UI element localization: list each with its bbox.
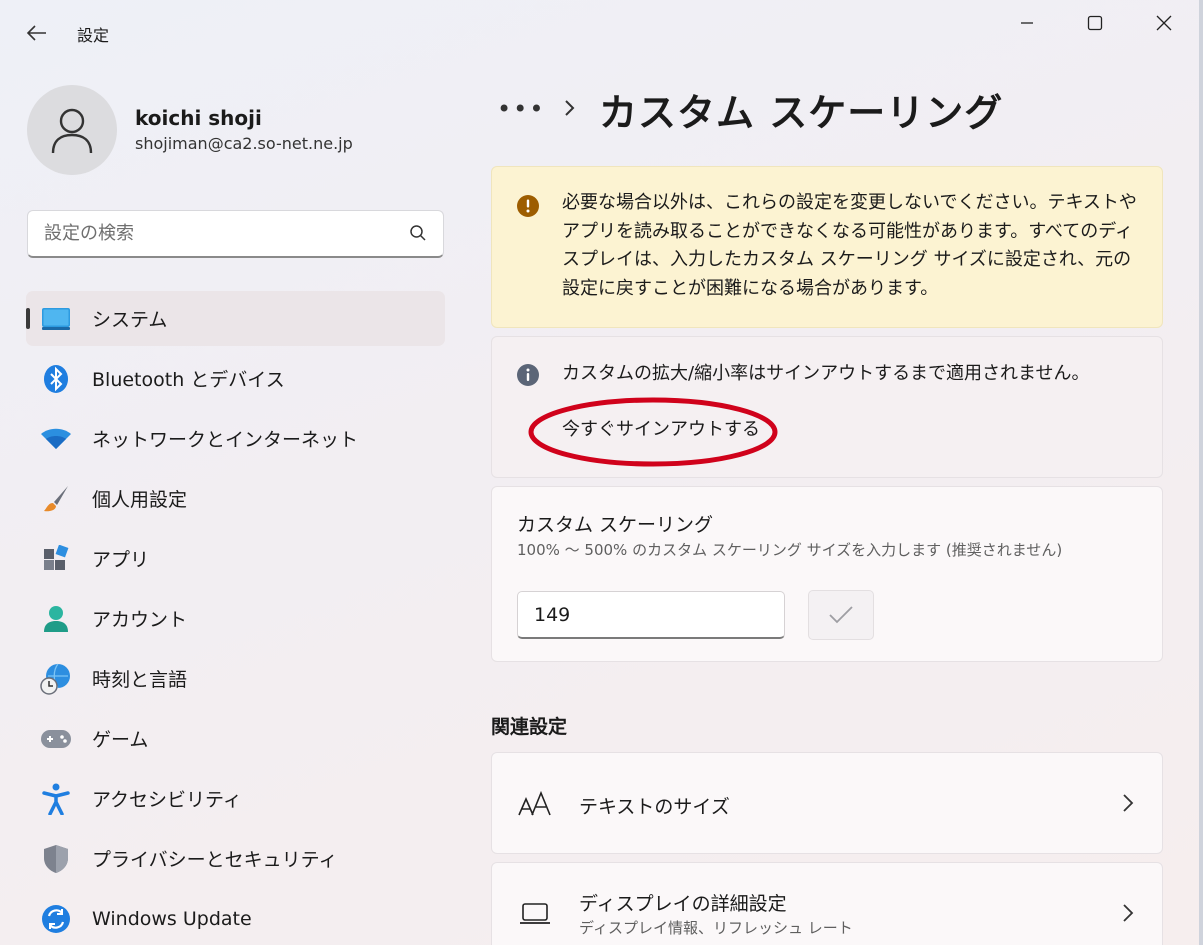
sidebar-item-label: アカウント [92,609,188,631]
laptop-icon [520,903,550,924]
search-icon [410,225,426,241]
sidebar-item-accessibility[interactable]: アクセシビリティ [26,771,445,826]
warning-text: 必要な場合以外は、これらの設定を変更しないでください。テキストやアプリを読み取る… [562,192,1137,299]
info-banner: カスタムの拡大/縮小率はサインアウトするまで適用されません。 今すぐサインアウト… [491,336,1163,478]
profile-name: koichi shoji [135,106,262,130]
window-border [1199,0,1203,945]
maximize-icon [1087,15,1103,31]
text-size-icon [518,791,551,816]
sidebar-item-label: Bluetooth とデバイス [92,369,285,391]
windows-update-icon [40,903,72,935]
sidebar-item-privacy-security[interactable]: プライバシーとセキュリティ [26,831,445,886]
sidebar-item-label: プライバシーとセキュリティ [92,849,338,871]
warning-banner: 必要な場合以外は、これらの設定を変更しないでください。テキストやアプリを読み取る… [491,166,1163,328]
title-bar: 設定 [0,0,1203,66]
chevron-right-icon [565,100,575,116]
apply-scaling-button[interactable] [808,590,874,640]
breadcrumb-more-button[interactable]: ••• [497,95,545,123]
related-item-text-size[interactable]: テキストのサイズ [491,752,1163,854]
minimize-icon [1021,22,1033,24]
sidebar-item-windows-update[interactable]: Windows Update [26,891,445,945]
info-icon [517,364,539,386]
scaling-value-input[interactable] [517,591,785,639]
related-settings-heading: 関連設定 [491,716,568,738]
time-language-icon [40,663,72,695]
sidebar-item-label: アプリ [92,549,150,571]
sidebar-item-label: ゲーム [92,729,149,751]
chevron-right-icon [1123,794,1134,812]
app-title: 設定 [77,26,110,45]
related-item-label: テキストのサイズ [579,796,730,818]
info-text: カスタムの拡大/縮小率はサインアウトするまで適用されません。 [562,363,1090,384]
sidebar-item-network[interactable]: ネットワークとインターネット [26,411,445,466]
bluetooth-icon [40,363,72,395]
person-icon [51,108,93,154]
custom-scaling-description: 100% 〜 500% のカスタム スケーリング サイズを入力します (推奨され… [517,541,1063,559]
system-display-icon [40,303,72,335]
page-title: カスタム スケーリング [599,91,1004,135]
sidebar-item-gaming[interactable]: ゲーム [26,711,445,766]
apps-icon [40,543,72,575]
sidebar-item-system[interactable]: システム [26,291,445,346]
close-icon [1156,15,1172,31]
back-button[interactable] [22,18,52,48]
back-arrow-icon [26,25,46,41]
accessibility-icon [40,783,72,815]
account-icon [40,603,72,635]
sidebar-item-label: 時刻と言語 [92,669,188,691]
custom-scaling-title: カスタム スケーリング [517,514,714,536]
minimize-button[interactable] [1004,6,1050,40]
related-item-label: ディスプレイの詳細設定 [579,893,787,915]
warning-icon [517,195,539,217]
sidebar-item-accounts[interactable]: アカウント [26,591,445,646]
maximize-button[interactable] [1072,6,1118,40]
search-box[interactable] [27,210,444,258]
close-button[interactable] [1141,6,1187,40]
wifi-icon [40,423,72,455]
related-item-sublabel: ディスプレイ情報、リフレッシュ レート [579,919,853,937]
shield-icon [40,843,72,875]
sidebar-nav: システム Bluetooth とデバイス ネットワークとインターネット 個人用設… [26,291,445,945]
sign-out-now-link[interactable]: 今すぐサインアウトする [562,415,760,441]
search-input[interactable] [28,211,388,255]
profile-email: shojiman@ca2.so-net.ne.jp [135,134,353,153]
sidebar-item-label: 個人用設定 [92,489,188,511]
checkmark-icon [829,606,853,624]
sidebar-item-label: Windows Update [92,907,252,930]
sidebar-item-personalization[interactable]: 個人用設定 [26,471,445,526]
custom-scaling-card: カスタム スケーリング 100% 〜 500% のカスタム スケーリング サイズ… [491,486,1163,662]
sidebar-item-label: アクセシビリティ [92,789,242,811]
avatar[interactable] [27,85,117,175]
gamepad-icon [40,723,72,755]
sidebar-item-bluetooth[interactable]: Bluetooth とデバイス [26,351,445,406]
sidebar-item-apps[interactable]: アプリ [26,531,445,586]
paintbrush-icon [40,483,72,515]
chevron-right-icon [1123,904,1134,922]
active-indicator [26,308,30,329]
related-item-advanced-display[interactable]: ディスプレイの詳細設定 ディスプレイ情報、リフレッシュ レート [491,862,1163,945]
sidebar-item-label: システム [92,309,168,331]
sidebar-item-time-language[interactable]: 時刻と言語 [26,651,445,706]
sidebar-item-label: ネットワークとインターネット [92,429,359,451]
